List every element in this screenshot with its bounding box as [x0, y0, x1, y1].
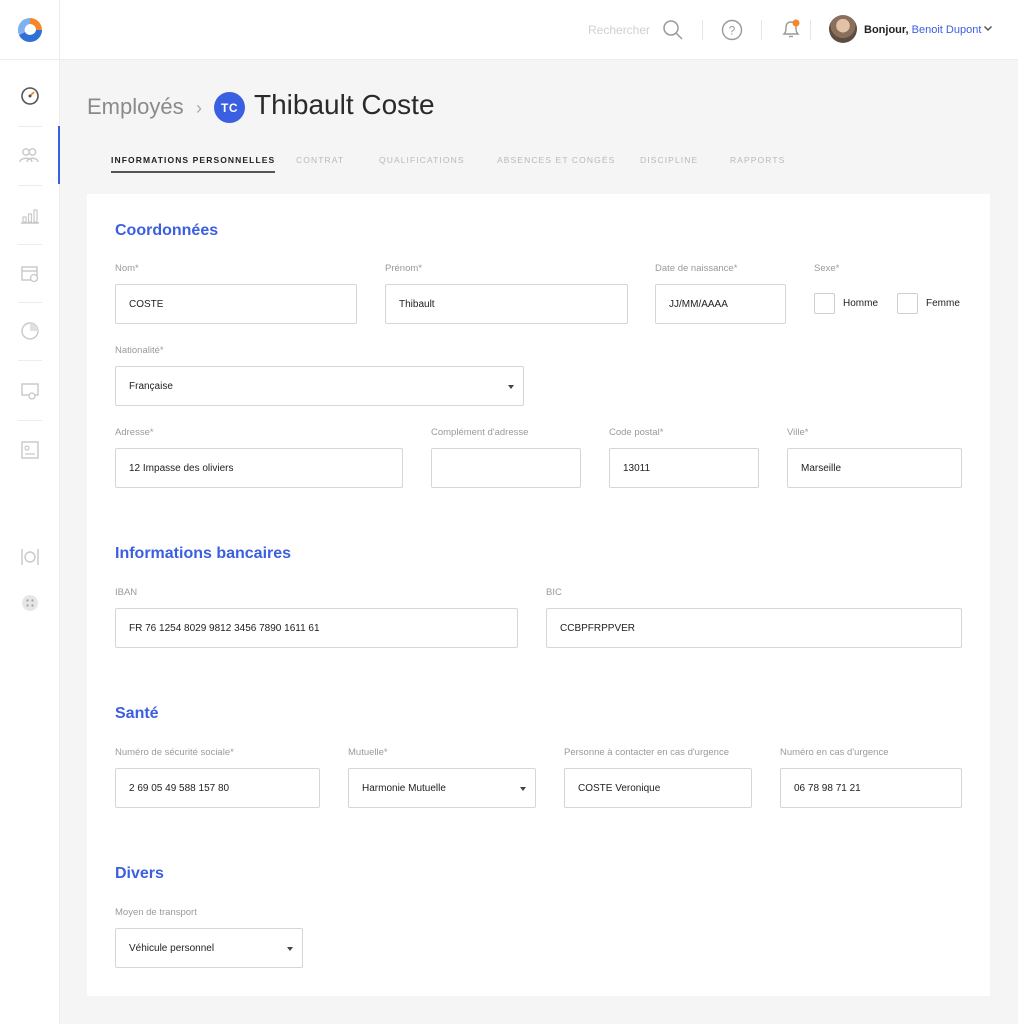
nav-documents[interactable]: [0, 421, 60, 479]
mutuelle-label: Mutuelle*: [348, 747, 388, 758]
section-coordonnees-title: Coordonnées: [115, 222, 219, 239]
transport-select[interactable]: Véhicule personnel: [115, 928, 303, 968]
transport-label: Moyen de transport: [115, 907, 197, 918]
nav-users[interactable]: [0, 126, 60, 184]
top-bar: Rechercher ? Bonjour, Benoit Dupont: [60, 0, 1018, 60]
employee-form-card: Coordonnées Nom* COSTE Prénom* Thibault …: [87, 194, 990, 996]
chevron-right-icon: ›: [196, 98, 202, 118]
secu-label: Numéro de sécurité sociale*: [115, 747, 234, 758]
contact-urgence-field[interactable]: COSTE Veronique: [564, 768, 752, 808]
prenom-label: Prénom*: [385, 263, 422, 274]
ville-field[interactable]: Marseille: [787, 448, 962, 488]
avatar[interactable]: [829, 15, 857, 43]
users-icon: [19, 148, 39, 163]
numero-urgence-field[interactable]: 06 78 98 71 21: [780, 768, 962, 808]
femme-label: Femme: [926, 298, 960, 309]
tab-informations-personnelles[interactable]: INFORMATIONS PERSONNELLES: [111, 155, 276, 173]
nav-stats[interactable]: [0, 186, 60, 244]
sexe-label: Sexe*: [814, 263, 840, 274]
code-postal-label: Code postal*: [609, 427, 664, 438]
tab-contrat[interactable]: CONTRAT: [296, 155, 344, 165]
complement-adresse-field[interactable]: [431, 448, 581, 488]
date-naissance-label: Date de naissance*: [655, 263, 738, 274]
app-logo[interactable]: [0, 0, 60, 60]
tab-discipline[interactable]: DISCIPLINE: [640, 155, 698, 165]
pie-chart-icon: [21, 322, 39, 340]
secu-field[interactable]: 2 69 05 49 588 157 80: [115, 768, 320, 808]
complement-adresse-label: Complément d'adresse: [431, 427, 529, 438]
breadcrumb-parent[interactable]: Employés: [87, 94, 184, 120]
greeting-text: Bonjour,: [864, 24, 909, 36]
nav-apps[interactable]: [0, 574, 60, 632]
section-bancaires-title: Informations bancaires: [115, 545, 292, 562]
restaurant-icon: [21, 549, 39, 565]
chart-icon: [21, 209, 39, 224]
sidebar: [0, 0, 60, 1024]
user-greeting[interactable]: Bonjour, Benoit Dupont: [864, 24, 981, 36]
nav-reports[interactable]: [0, 302, 60, 360]
dashboard-icon: [21, 87, 39, 105]
search-icon[interactable]: [662, 19, 684, 41]
nav-calendar[interactable]: [0, 244, 60, 302]
training-icon: [21, 383, 39, 400]
nav-training[interactable]: [0, 362, 60, 420]
tab-rapports[interactable]: RAPPORTS: [730, 155, 785, 165]
calendar-icon: [21, 266, 39, 283]
prenom-field[interactable]: Thibault: [385, 284, 628, 324]
user-name: Benoit Dupont: [911, 24, 982, 36]
document-icon: [21, 441, 39, 459]
nom-label: Nom*: [115, 263, 139, 274]
iban-field[interactable]: FR 76 1254 8029 9812 3456 7890 1611 61: [115, 608, 518, 648]
nom-field[interactable]: COSTE: [115, 284, 357, 324]
section-sante-title: Santé: [115, 705, 159, 722]
mutuelle-select[interactable]: Harmonie Mutuelle: [348, 768, 536, 808]
chevron-down-icon[interactable]: [982, 22, 994, 34]
tab-qualifications[interactable]: QUALIFICATIONS: [379, 155, 465, 165]
bic-field[interactable]: CCBPFRPPVER: [546, 608, 962, 648]
apps-icon: [22, 595, 38, 611]
nav-dashboard[interactable]: [0, 67, 60, 125]
svg-text:?: ?: [729, 24, 736, 38]
code-postal-field[interactable]: 13011: [609, 448, 759, 488]
bic-label: BIC: [546, 587, 562, 598]
contact-urgence-label: Personne à contacter en cas d'urgence: [564, 747, 730, 758]
nationalite-select[interactable]: Française: [115, 366, 524, 406]
employee-initials-badge: TC: [214, 92, 245, 123]
adresse-label: Adresse*: [115, 427, 154, 438]
section-divers-title: Divers: [115, 865, 164, 882]
search-input[interactable]: Rechercher: [588, 23, 650, 37]
adresse-field[interactable]: 12 Impasse des oliviers: [115, 448, 403, 488]
page-title: Thibault Coste: [254, 89, 435, 120]
femme-checkbox[interactable]: [897, 293, 918, 314]
homme-checkbox[interactable]: [814, 293, 835, 314]
ville-label: Ville*: [787, 427, 809, 438]
help-icon[interactable]: ?: [721, 19, 743, 41]
nationalite-label: Nationalité*: [115, 345, 164, 356]
tab-absences-conges[interactable]: ABSENCES ET CONGÉS: [497, 155, 615, 165]
notification-bell-icon[interactable]: [780, 18, 802, 40]
homme-label: Homme: [843, 298, 879, 309]
date-naissance-field[interactable]: JJ/MM/AAAA: [655, 284, 786, 324]
iban-label: IBAN: [115, 587, 138, 598]
numero-urgence-label: Numéro en cas d'urgence: [780, 747, 889, 758]
